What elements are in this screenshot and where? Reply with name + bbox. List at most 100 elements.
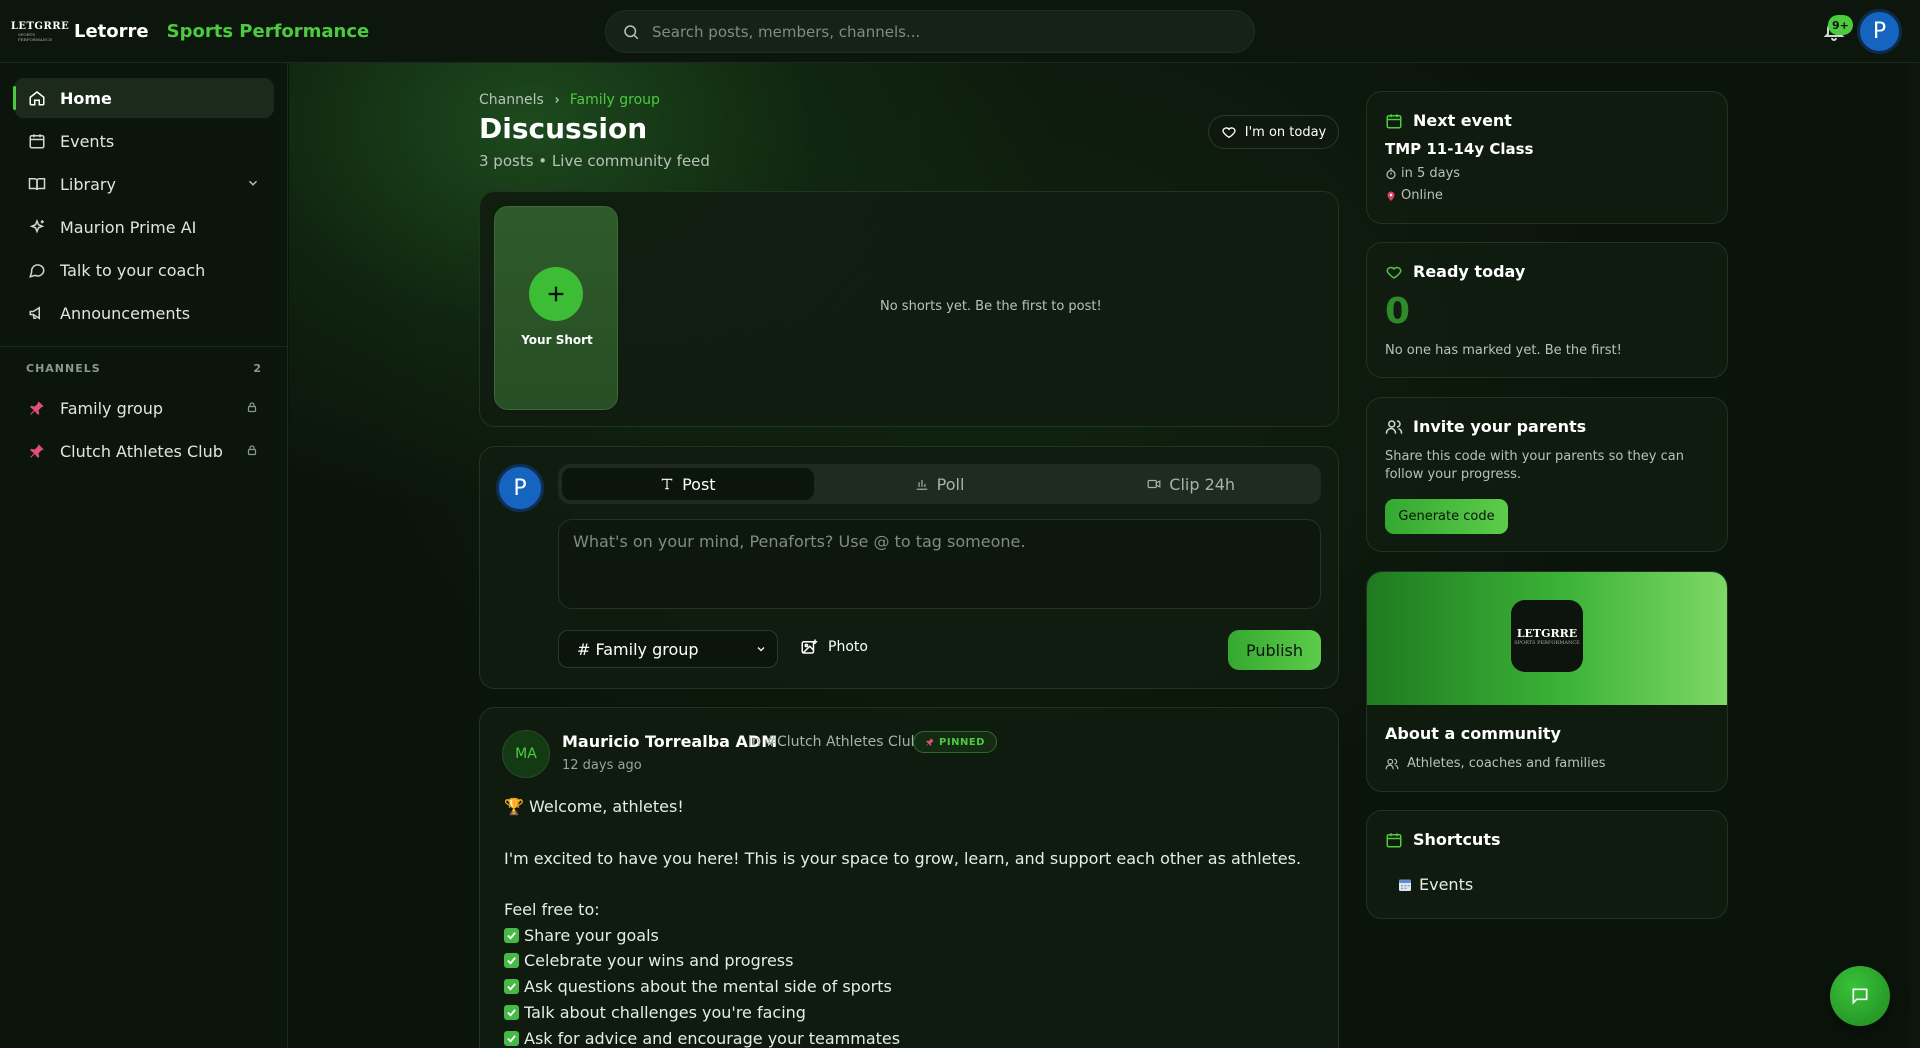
chevron-down-icon[interactable] <box>246 176 260 190</box>
sidebar-item-announcements[interactable]: Announcements <box>14 293 274 333</box>
checkmark-icon <box>504 1030 519 1046</box>
about-community-subtitle: Athletes, coaches and families <box>1385 756 1606 771</box>
sidebar-channel-clutch-athletes-club[interactable]: Clutch Athletes Club <box>14 431 274 471</box>
next-event-card[interactable]: Next event TMP 11-14y Class in 5 days On… <box>1366 91 1728 224</box>
calendar-icon <box>1386 832 1402 847</box>
ready-today-card: Ready today 0 No one has marked yet. Be … <box>1366 242 1728 378</box>
channel-select[interactable]: # Family group <box>558 630 778 668</box>
publish-button[interactable]: Publish <box>1228 630 1321 670</box>
sidebar-item-maurion-prime-ai[interactable]: Maurion Prime AI <box>14 207 274 247</box>
calendar-emoji-icon <box>1399 879 1411 891</box>
checkmark-icon <box>504 1004 519 1020</box>
sidebar-item-talk-to-coach[interactable]: Talk to your coach <box>14 250 274 290</box>
im-on-today-button[interactable]: I'm on today <box>1208 115 1339 149</box>
checkmark-icon <box>504 953 519 969</box>
sidebar-item-library[interactable]: Library <box>14 164 274 204</box>
checkmark-icon <box>504 979 519 995</box>
user-avatar[interactable]: P <box>1857 9 1902 54</box>
breadcrumb-channels[interactable]: Channels <box>479 92 544 108</box>
generate-code-button[interactable]: Generate code <box>1385 499 1508 534</box>
tab-label: Clip 24h <box>1169 474 1236 494</box>
brand-logo: LETGRRE SPORTS PERFORMANCE <box>10 20 70 42</box>
next-event-title: Next event <box>1385 111 1512 130</box>
sidebar-item-label: Events <box>60 131 115 151</box>
post-list-intro: Feel free to: <box>504 900 600 920</box>
sidebar-item-label: Family group <box>60 398 164 418</box>
ready-today-title: Ready today <box>1385 262 1525 281</box>
map-pin-icon <box>1387 191 1395 201</box>
heart-icon <box>1386 266 1402 279</box>
tab-post[interactable]: Post <box>562 468 814 500</box>
shorts-empty-text: No shorts yet. Be the first to post! <box>880 299 1102 314</box>
posts-count: 3 posts <box>479 152 534 170</box>
pinned-post: MA Mauricio Torrealba ADM in #Clutch Ath… <box>479 707 1339 1048</box>
plus-icon <box>548 286 564 302</box>
list-item: Ask for advice and encourage your teamma… <box>504 1025 1324 1048</box>
brand-name: Letorre <box>74 20 149 42</box>
about-community-card[interactable]: LETGRRE SPORTS PERFORMANCE About a commu… <box>1366 571 1728 792</box>
add-short-button[interactable] <box>529 267 583 321</box>
post-intro: I'm excited to have you here! This is yo… <box>504 848 1302 868</box>
stopwatch-icon <box>1386 167 1396 179</box>
your-short-card[interactable]: Your Short <box>494 206 618 410</box>
tab-clip-24h[interactable]: Clip 24h <box>1065 468 1317 500</box>
scrollbar[interactable] <box>1910 63 1920 1048</box>
ready-today-count: 0 <box>1385 291 1411 332</box>
breadcrumb: Channels Family group <box>479 92 660 108</box>
composer-avatar: P <box>496 464 544 512</box>
chat-fab-button[interactable] <box>1830 966 1890 1026</box>
sidebar: Home Events Library Maurion Prime AI Tal… <box>0 63 288 1048</box>
post-text-input[interactable] <box>558 519 1321 609</box>
sidebar-item-label: Library <box>60 174 116 194</box>
post-channel[interactable]: in #Clutch Athletes Club <box>748 734 919 750</box>
tab-poll[interactable]: Poll <box>814 468 1066 500</box>
page-title: Discussion <box>479 112 648 145</box>
book-icon <box>28 178 46 191</box>
page-subtitle: 3 posts • Live community feed <box>479 152 710 170</box>
video-icon <box>1147 479 1161 489</box>
about-banner: LETGRRE SPORTS PERFORMANCE <box>1367 572 1727 705</box>
invite-parents-card: Invite your parents Share this code with… <box>1366 397 1728 552</box>
photo-label: Photo <box>828 639 868 655</box>
sidebar-item-home[interactable]: Home <box>13 78 274 118</box>
sidebar-item-events[interactable]: Events <box>14 121 274 161</box>
lock-icon <box>247 402 257 413</box>
invite-parents-text: Share this code with your parents so the… <box>1385 449 1684 482</box>
users-icon <box>1385 758 1399 769</box>
notification-badge[interactable]: 9+ <box>1828 15 1853 35</box>
shortcuts-card: Shortcuts Events <box>1366 810 1728 919</box>
calendar-icon <box>1386 113 1402 128</box>
search-bar[interactable] <box>605 10 1255 53</box>
next-event-name: TMP 11-14y Class <box>1385 140 1534 158</box>
breadcrumb-current[interactable]: Family group <box>570 92 660 108</box>
brand-accent: Sports Performance <box>166 20 370 42</box>
post-greeting: 🏆 Welcome, athletes! <box>504 797 684 817</box>
shorts-panel: Your Short No shorts yet. Be the first t… <box>479 191 1339 427</box>
shortcut-events[interactable]: Events <box>1397 875 1473 894</box>
channel-select-value: # Family group <box>577 639 699 659</box>
list-item: Talk about challenges you're facing <box>504 1000 1324 1026</box>
sidebar-divider <box>0 346 288 347</box>
feed-label: Live community feed <box>551 152 710 170</box>
shortcuts-title: Shortcuts <box>1385 830 1501 849</box>
next-event-where: Online <box>1385 188 1443 203</box>
tab-label: Poll <box>936 474 965 494</box>
list-item: Share your goals <box>504 922 1324 948</box>
sidebar-item-label: Clutch Athletes Club <box>60 441 223 461</box>
sidebar-item-label: Announcements <box>60 303 191 323</box>
sidebar-channel-family-group[interactable]: Family group <box>14 388 274 428</box>
search-input[interactable] <box>652 22 1254 41</box>
lock-icon <box>247 445 257 456</box>
brand[interactable]: LETGRRE SPORTS PERFORMANCE Letorre Sports… <box>0 18 520 44</box>
channels-header: CHANNELS 2 <box>26 362 262 375</box>
post-author[interactable]: Mauricio Torrealba ADM <box>562 732 777 751</box>
pin-icon <box>30 401 44 415</box>
sidebar-item-label: Home <box>60 88 112 108</box>
author-avatar[interactable]: MA <box>502 730 550 778</box>
pin-icon <box>30 444 44 458</box>
chevron-down-icon <box>757 647 765 652</box>
community-logo: LETGRRE SPORTS PERFORMANCE <box>1511 600 1583 672</box>
next-event-when: in 5 days <box>1385 166 1460 181</box>
message-icon <box>1852 988 1868 1005</box>
photo-button[interactable]: Photo <box>800 638 868 656</box>
